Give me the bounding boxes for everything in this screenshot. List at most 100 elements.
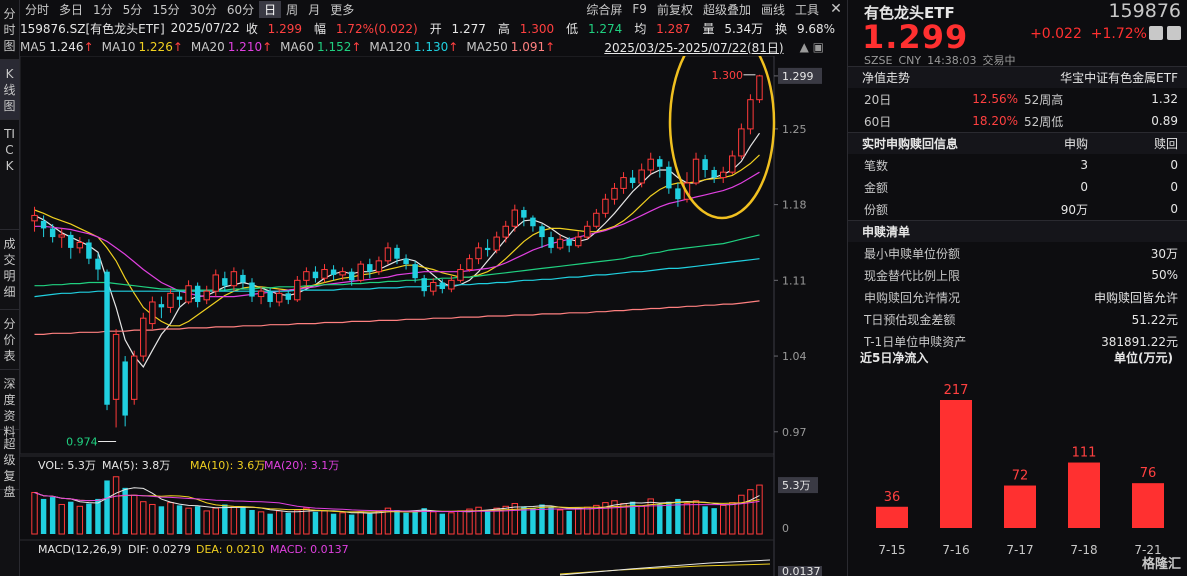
period-tab-7[interactable]: 日 <box>259 0 282 18</box>
tool-button-1[interactable]: F9 <box>627 2 652 16</box>
candle-body <box>702 159 708 171</box>
macd-label-0: MACD(12,26,9) <box>38 543 122 556</box>
tool-button-2[interactable]: 前复权 <box>652 1 698 18</box>
y-tick-label: 0.97 <box>782 426 807 439</box>
row-label: 现金替代比例上限 <box>864 268 961 283</box>
leftnav-item-6[interactable]: 超级复盘 <box>0 430 19 499</box>
flow-bar <box>940 400 972 528</box>
period-tab-0[interactable]: 分时 <box>20 1 54 18</box>
volume-bar <box>321 510 328 535</box>
low-value: 1.274 <box>587 21 623 36</box>
volume-bar <box>58 503 65 535</box>
close-icon[interactable]: ✕ <box>826 0 846 18</box>
candle-body <box>457 269 464 281</box>
period-tab-4[interactable]: 15分 <box>147 1 184 18</box>
week52-label: 52周高 <box>1024 92 1064 107</box>
leftnav-item-3[interactable]: 成交明细 <box>0 230 19 310</box>
tool-button-5[interactable]: 工具 <box>790 1 824 18</box>
open-label: 开 <box>429 21 442 36</box>
avg-value: 1.287 <box>656 21 691 36</box>
period-tab-5[interactable]: 30分 <box>185 1 222 18</box>
volume-last: 5.3万 <box>782 479 811 492</box>
period-tab-10[interactable]: 更多 <box>325 1 359 18</box>
volume-bar <box>367 513 373 534</box>
candle-body <box>466 258 473 271</box>
candle-body <box>222 278 228 286</box>
leftnav-item-5[interactable]: 深度资料 <box>0 370 19 439</box>
quote-date: 2025/07/22 <box>170 21 240 35</box>
volume-bar <box>240 506 246 534</box>
period-tab-2[interactable]: 1分 <box>88 1 118 18</box>
candle-body <box>502 225 509 238</box>
candle-body <box>149 301 156 325</box>
ma-line-ma10 <box>34 154 760 327</box>
volume-bar <box>403 512 409 534</box>
leftnav-item-4[interactable]: 分价表 <box>0 310 19 370</box>
volume-bar <box>548 507 554 534</box>
period-tab-1[interactable]: 多日 <box>54 1 88 18</box>
date-range[interactable]: 2025/03/25-2025/07/22(81日) <box>604 39 783 56</box>
nav-row: 60日 18.20% 52周低 0.89 <box>848 110 1187 132</box>
volume-zero: 0 <box>782 522 789 535</box>
week52-value: 1.32 <box>1151 92 1178 106</box>
candle-body <box>539 226 545 238</box>
ma-label: MA120 <box>369 40 411 54</box>
volume-label-1: MA(5): 3.8万 <box>102 459 170 472</box>
plus-icon[interactable] <box>1167 26 1181 40</box>
tool-button-3[interactable]: 超级叠加 <box>698 1 756 18</box>
candle-body <box>357 263 364 281</box>
nav-name: 华宝中证有色金属ETF <box>1060 71 1178 85</box>
period-label: 20日 <box>864 92 892 107</box>
period-tab-6[interactable]: 60分 <box>222 1 259 18</box>
flow-value: 76 <box>1140 466 1157 481</box>
candle-body <box>303 271 310 281</box>
candle-body <box>657 159 663 167</box>
tool-button-4[interactable]: 画线 <box>756 1 790 18</box>
vol-value: 5.34万 <box>724 21 764 36</box>
flow-category: 7-15 <box>878 543 905 557</box>
volume-bar <box>729 502 736 535</box>
volume-bar <box>275 510 283 535</box>
macd-label-1: DIF: 0.0279 <box>128 543 191 556</box>
list-head: 申赎清单 <box>848 220 1187 242</box>
candle-body <box>194 285 201 302</box>
leftnav-item-0[interactable]: 分时图 <box>0 0 19 60</box>
period-tab-3[interactable]: 5分 <box>118 1 148 18</box>
candle-body <box>692 158 700 184</box>
period-tab-9[interactable]: 月 <box>303 1 325 18</box>
row-value: 50% <box>1151 268 1178 282</box>
flow-unit: 单位(万元) <box>1114 351 1173 365</box>
candle-body <box>257 290 265 298</box>
period-tab-8[interactable]: 周 <box>281 1 303 18</box>
flow-bar <box>1132 483 1164 528</box>
candle-body <box>556 238 564 249</box>
leftnav-item-2[interactable]: TICK <box>0 120 19 230</box>
settings-icon[interactable]: ▲ ▣ <box>800 40 824 54</box>
redeem-value: 0 <box>1170 158 1178 172</box>
flow-value: 217 <box>944 383 969 398</box>
candle-body <box>312 271 319 279</box>
volume-bar <box>330 513 337 534</box>
nav-head: 净值走势 华宝中证有色金属ETF <box>848 66 1187 88</box>
candle-body <box>212 274 219 292</box>
candle-body <box>511 209 519 227</box>
candle-body <box>647 158 654 171</box>
candle-body <box>330 269 337 275</box>
volume-bar <box>756 484 763 535</box>
y-tick-label: 1.18 <box>782 199 807 212</box>
volume-bar <box>620 503 627 535</box>
bell-icon[interactable] <box>1149 26 1163 40</box>
volume-bar <box>692 500 700 535</box>
candle-body <box>40 220 47 229</box>
kline-chart[interactable]: 1.299 1.25 1.18 1.11 1.04 0.97 1.300 0.974 VOL: … <box>20 56 846 576</box>
leftnav-item-1[interactable]: K线图 <box>0 60 19 120</box>
flow-category: 7-17 <box>1006 543 1033 557</box>
candle-body <box>484 247 491 251</box>
candle-body <box>638 169 645 184</box>
volume-bar <box>556 509 564 535</box>
candle-body <box>611 187 618 200</box>
candle-body <box>95 258 101 270</box>
tool-button-0[interactable]: 综合屏 <box>581 1 627 18</box>
candle-body <box>548 237 554 248</box>
volume-bar <box>257 511 265 535</box>
